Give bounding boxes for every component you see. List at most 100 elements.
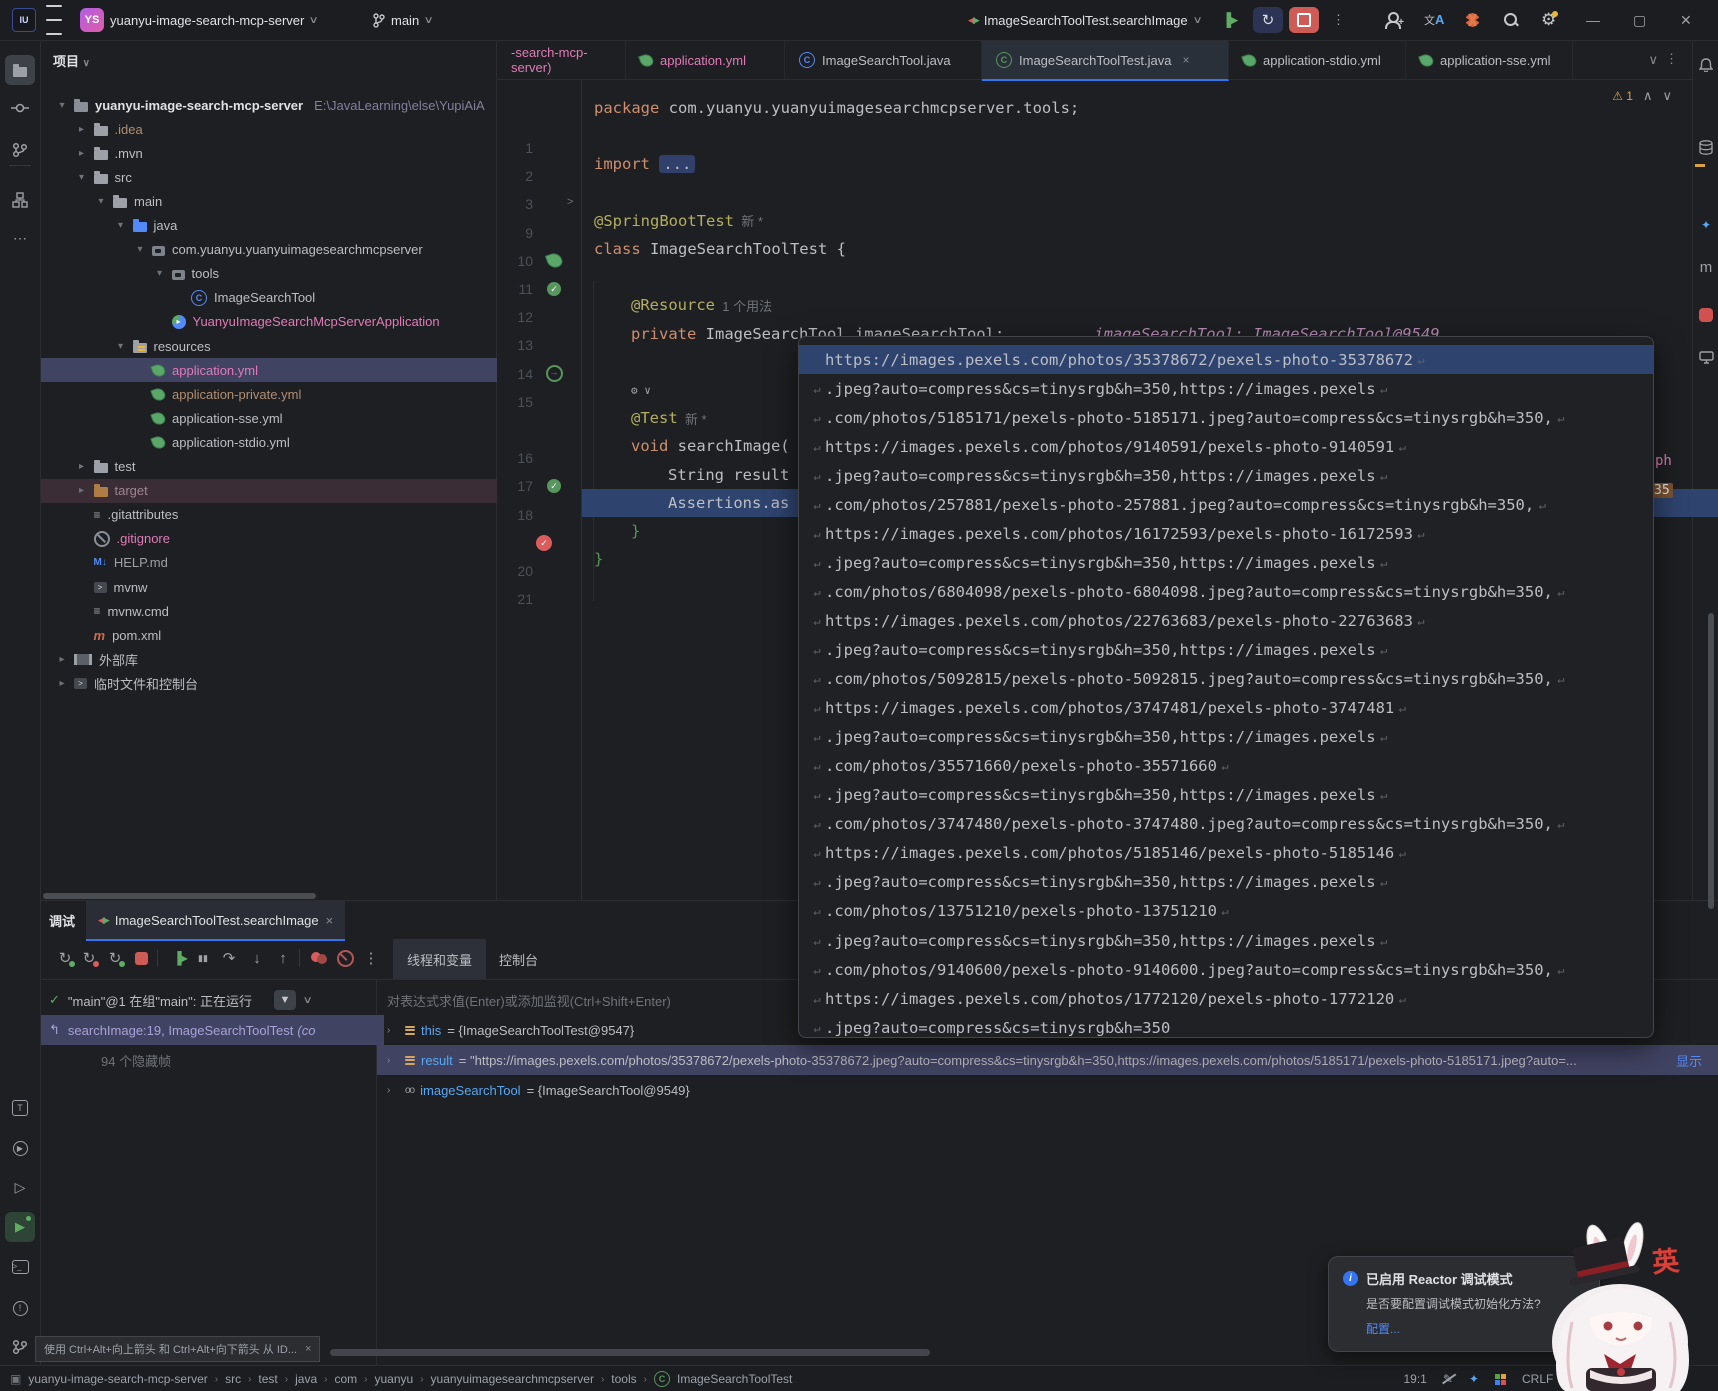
starburst-plugin-button[interactable] <box>1464 0 1480 40</box>
chevron-right-icon[interactable]: › <box>387 1085 399 1096</box>
spark-icon[interactable]: ✦ <box>1469 1372 1479 1386</box>
code-line[interactable] <box>582 263 1704 291</box>
view-breakpoints-button[interactable] <box>307 945 331 971</box>
rerun-tests-button[interactable]: ↻ <box>103 945 127 971</box>
problems-icon[interactable]: ! <box>5 1293 35 1323</box>
tree-item-java[interactable]: ▾ java <box>41 214 569 238</box>
close-button[interactable]: ✕ <box>1680 0 1708 40</box>
rerun-button[interactable]: ↻ <box>53 945 77 971</box>
popup-value-line[interactable]: ↵ .com/photos/5092815/pexels-photo-509281… <box>799 665 1653 694</box>
tree-chevron-icon[interactable]: ▾ <box>114 220 128 231</box>
run-icon[interactable]: ▷ <box>5 1172 35 1202</box>
tree-item-target[interactable]: ▸ target <box>41 478 530 503</box>
popup-value-line[interactable]: ↵ https://images.pexels.com/photos/227636… <box>799 606 1653 635</box>
frame-row[interactable]: ↰ searchImage:19, ImageSearchToolTest (co <box>41 1015 384 1045</box>
code-line[interactable]: import ... <box>582 150 1704 178</box>
tab--search-mcp-server)[interactable]: -search-mcp-server) <box>497 41 626 79</box>
tree-item-临时文件和控制台[interactable]: ▸ > 临时文件和控制台 <box>41 671 510 695</box>
code-line[interactable]: @SpringBootTest 新 * <box>582 207 1704 235</box>
tree-chevron-icon[interactable]: ▸ <box>75 124 89 135</box>
stop-button[interactable] <box>129 945 153 971</box>
breadcrumb-yuanyuimagesearchmcpserver[interactable]: yuanyuimagesearchmcpserver <box>431 1372 594 1386</box>
popup-value-line[interactable]: ↵ .jpeg?auto=compress&cs=tinysrgb&h=350,h… <box>799 926 1653 955</box>
maximize-button[interactable]: ▢ <box>1633 0 1661 40</box>
breakpoint-icon[interactable]: ✓ <box>535 534 553 552</box>
stop-button[interactable] <box>1289 0 1319 40</box>
tree-item-pom.xml[interactable]: m pom.xml <box>41 623 530 647</box>
code-line[interactable]: @Resource 1 个用法 <box>582 291 1718 319</box>
tab-ImageSearchToolTest.java[interactable]: C ImageSearchToolTest.java × <box>982 41 1229 81</box>
resume-button[interactable]: ▐▶ <box>167 945 191 971</box>
structure-icon[interactable] <box>5 185 35 215</box>
popup-value-line[interactable]: ↵ .jpeg?auto=compress&cs=tinysrgb&h=350,h… <box>799 781 1653 810</box>
minimize-button[interactable]: — <box>1586 0 1614 40</box>
git-icon[interactable] <box>5 1332 35 1362</box>
popup-scrollbar[interactable] <box>1708 613 1714 909</box>
popup-value-line[interactable]: ↵ .com/photos/5185171/pexels-photo-518517… <box>799 403 1653 432</box>
translation-plugin-icon[interactable]: T <box>5 1093 35 1123</box>
tree-chevron-icon[interactable]: ▸ <box>75 461 89 472</box>
tree-item-resources[interactable]: ▾ resources <box>41 334 569 358</box>
popup-value-line[interactable]: ↵ .com/photos/257881/pexels-photo-257881.… <box>799 490 1653 519</box>
chevron-right-icon[interactable]: › <box>387 1025 399 1036</box>
debugger-value-popup[interactable]: https://images.pexels.com/photos/3537867… <box>798 336 1654 1038</box>
horizontal-scrollbar[interactable] <box>330 1349 930 1356</box>
rerun-failed-button[interactable]: ↻ <box>77 945 101 971</box>
popup-value-line[interactable]: ↵ .jpeg?auto=compress&cs=tinysrgb&h=350,h… <box>799 548 1653 577</box>
main-menu-button[interactable] <box>46 0 62 40</box>
popup-value-line[interactable]: ↵ .com/photos/3747480/pexels-photo-374748… <box>799 810 1653 839</box>
tree-item-外部库[interactable]: ▸ 外部库 <box>41 647 510 671</box>
filter-funnel-icon[interactable]: ▼ <box>273 990 296 1010</box>
debug-tab-控制台[interactable]: 控制台 <box>485 939 552 979</box>
tree-chevron-icon[interactable]: ▾ <box>94 196 108 207</box>
tab-ImageSearchTool.java[interactable]: C ImageSearchTool.java <box>785 41 982 79</box>
chevron-right-icon[interactable]: › <box>387 1055 399 1066</box>
tree-item-.gitattributes[interactable]: ≡ .gitattributes <box>41 503 530 527</box>
tree-item-mvnw[interactable]: > mvnw <box>41 575 530 599</box>
tree-item-main[interactable]: ▾ main <box>41 189 549 213</box>
tree-chevron-icon[interactable]: ▾ <box>55 100 69 111</box>
tree-chevron-icon[interactable]: ▾ <box>75 172 89 183</box>
popup-value-line[interactable]: ↵ .jpeg?auto=compress&cs=tinysrgb&h=350 <box>799 1013 1653 1037</box>
tab-application-sse.yml[interactable]: application-sse.yml <box>1406 41 1573 79</box>
breadcrumb-src[interactable]: src <box>225 1372 241 1386</box>
search-everywhere-button[interactable] <box>1503 0 1519 40</box>
project-widget[interactable]: YS yuanyu-image-search-mcp-server ∨ <box>80 0 319 40</box>
code-line[interactable] <box>582 179 1704 207</box>
project-icon[interactable] <box>5 55 35 85</box>
vcs-branch-widget[interactable]: main ∨ <box>372 0 434 40</box>
step-out-button[interactable]: ↑ <box>271 945 295 971</box>
pause-button[interactable]: ▮▮ <box>191 945 215 971</box>
breadcrumb-tools[interactable]: tools <box>611 1372 636 1386</box>
tree-chevron-icon[interactable]: ▸ <box>55 678 69 689</box>
mute-breakpoints-button[interactable] <box>333 945 357 971</box>
intention-gear-icon[interactable]: ⚙ ∨ <box>631 384 651 397</box>
popup-value-line[interactable]: ↵ .com/photos/13751210/pexels-photo-13751… <box>799 897 1653 926</box>
autowired-icon[interactable]: → <box>545 365 563 383</box>
pull-requests-icon[interactable] <box>5 135 35 165</box>
tree-item-.idea[interactable]: ▸ .idea <box>41 117 530 141</box>
popup-value-line[interactable]: ↵ https://images.pexels.com/photos/374748… <box>799 694 1653 723</box>
step-into-button[interactable]: ↓ <box>245 945 269 971</box>
close-icon[interactable]: × <box>326 913 334 928</box>
horizontal-scrollbar[interactable] <box>43 893 316 899</box>
frame-row[interactable]: ✓ "main"@1 在组"main": 正在运行 ▼ ∨ <box>41 985 384 1015</box>
tree-item-test[interactable]: ▸ test <box>41 455 530 479</box>
code-line[interactable] <box>582 122 1704 150</box>
tree-chevron-icon[interactable]: ▸ <box>55 654 69 665</box>
breadcrumb-ImageSearchToolTest[interactable]: ImageSearchToolTest <box>677 1372 792 1386</box>
popup-value-line[interactable]: ↵ https://images.pexels.com/photos/518514… <box>799 839 1653 868</box>
notifications-icon[interactable] <box>1694 53 1718 77</box>
tab-application.yml[interactable]: application.yml <box>626 41 785 79</box>
breadcrumb-test[interactable]: test <box>258 1372 277 1386</box>
debug-session-tab[interactable]: ◀▶ ImageSearchToolTest.searchImage × <box>86 901 346 941</box>
terminal-icon[interactable]: >_ <box>5 1252 35 1282</box>
code-with-me-button[interactable]: + <box>1384 0 1404 40</box>
view-link[interactable]: 显示 <box>1676 1051 1702 1070</box>
popup-value-line[interactable]: ↵ .jpeg?auto=compress&cs=tinysrgb&h=350,h… <box>799 636 1653 665</box>
tree-item-.gitignore[interactable]: .gitignore <box>41 527 530 551</box>
popup-value-line[interactable]: ↵ .com/photos/9140600/pexels-photo-914060… <box>799 955 1653 984</box>
settings-button[interactable]: ⚙ <box>1541 0 1559 40</box>
resume-program-button[interactable]: ▐▶ <box>1222 0 1238 40</box>
breadcrumb-yuanyu[interactable]: yuanyu <box>374 1372 413 1386</box>
